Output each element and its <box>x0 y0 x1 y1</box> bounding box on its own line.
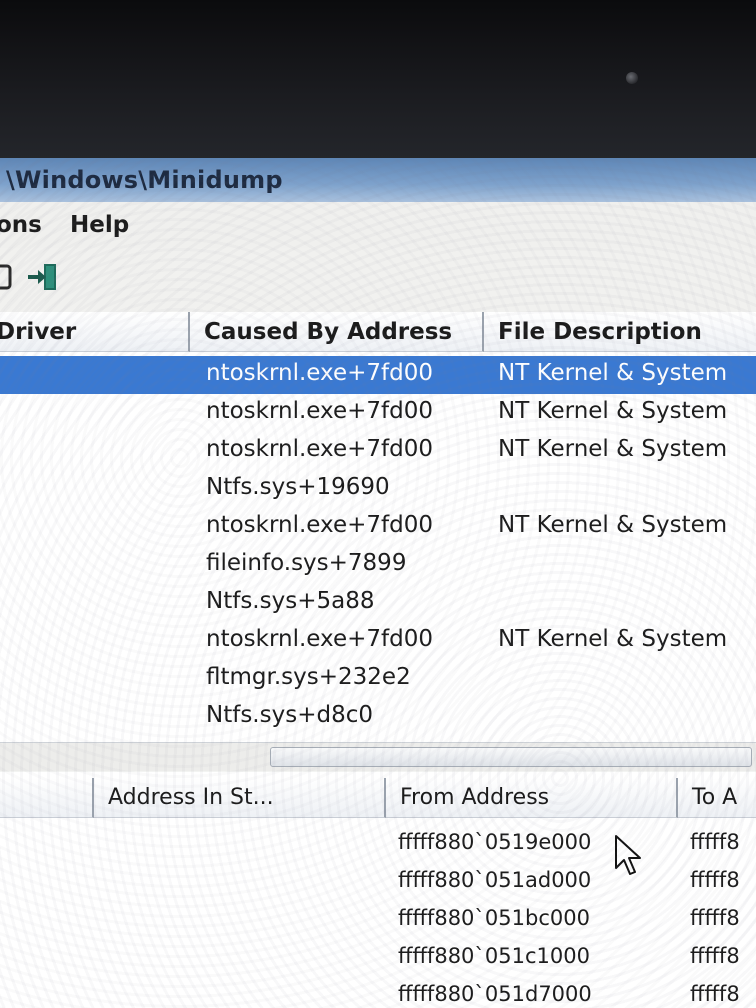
to-address: fffff8 <box>690 830 740 854</box>
menu-options[interactable]: ons <box>0 212 42 238</box>
column-driver[interactable]: Driver <box>0 312 190 352</box>
from-address: fffff880`051bc000 <box>398 906 590 930</box>
table-row[interactable]: ntoskrnl.exe+7fd00 NT Kernel & System <box>0 622 756 660</box>
caused-by-address: Ntfs.sys+d8c0 <box>206 702 373 728</box>
caused-by-address: fltmgr.sys+232e2 <box>206 664 411 690</box>
column-blank[interactable] <box>0 778 94 818</box>
table-row[interactable]: fffff880`051bc000 fffff8 <box>0 902 756 940</box>
column-address-in-stack[interactable]: Address In St... <box>94 778 386 818</box>
caused-by-address: ntoskrnl.exe+7fd00 <box>206 512 433 538</box>
caused-by-address: ntoskrnl.exe+7fd00 <box>206 626 433 652</box>
caused-by-address: Ntfs.sys+5a88 <box>206 588 375 614</box>
from-address: fffff880`0519e000 <box>398 830 592 854</box>
file-description: NT Kernel & System <box>498 626 728 652</box>
column-to-address[interactable]: To A <box>678 778 756 818</box>
module-list: Address In St... From Address To A fffff… <box>0 772 756 1008</box>
table-row[interactable]: Ntfs.sys+d8c0 <box>0 698 756 736</box>
exit-icon[interactable] <box>26 260 60 294</box>
table-row[interactable]: fileinfo.sys+7899 <box>0 546 756 584</box>
caused-by-address: fileinfo.sys+7899 <box>206 550 407 576</box>
table-row[interactable]: Ntfs.sys+19690 <box>0 470 756 508</box>
window-title: \Windows\Minidump <box>6 166 283 194</box>
to-address: fffff8 <box>690 944 740 968</box>
toolbar <box>0 248 756 312</box>
table-row[interactable]: fltmgr.sys+232e2 <box>0 660 756 698</box>
caused-by-address: ntoskrnl.exe+7fd00 <box>206 436 433 462</box>
file-description: NT Kernel & System <box>498 360 728 386</box>
app-window: \Windows\Minidump ons Help Driver Caused… <box>0 158 756 1008</box>
table-row[interactable]: Ntfs.sys+5a88 <box>0 584 756 622</box>
table-row[interactable]: ntoskrnl.exe+7fd00 NT Kernel & System <box>0 394 756 432</box>
partial-icon[interactable] <box>0 260 18 294</box>
scrollbar-thumb[interactable] <box>270 747 752 767</box>
menu-help[interactable]: Help <box>70 212 129 238</box>
table-row[interactable]: ntoskrnl.exe+7fd00 NT Kernel & System <box>0 508 756 546</box>
table-row[interactable]: ntoskrnl.exe+7fd00 NT Kernel & System <box>0 432 756 470</box>
table-row[interactable]: ntoskrnl.exe+7fd00 NT Kernel & System <box>0 356 756 394</box>
caused-by-address: ntoskrnl.exe+7fd00 <box>206 360 433 386</box>
to-address: fffff8 <box>690 868 740 892</box>
file-description: NT Kernel & System <box>498 436 728 462</box>
column-file-description[interactable]: File Description <box>484 312 756 352</box>
menu-bar: ons Help <box>0 202 756 249</box>
caused-by-address: Ntfs.sys+19690 <box>206 474 390 500</box>
file-description: NT Kernel & System <box>498 512 728 538</box>
to-address: fffff8 <box>690 982 740 1006</box>
monitor-bezel <box>0 0 756 160</box>
from-address: fffff880`051d7000 <box>398 982 592 1006</box>
crash-list: Driver Caused By Address File Descriptio… <box>0 312 756 762</box>
webcam-icon <box>626 72 638 84</box>
caused-by-address: ntoskrnl.exe+7fd00 <box>206 398 433 424</box>
file-description: NT Kernel & System <box>498 398 728 424</box>
column-from-address[interactable]: From Address <box>386 778 678 818</box>
mouse-cursor-icon <box>615 835 641 875</box>
from-address: fffff880`051c1000 <box>398 944 590 968</box>
horizontal-scrollbar[interactable] <box>0 742 756 771</box>
table-row[interactable]: fffff880`051d7000 fffff8 <box>0 978 756 1008</box>
column-caused-by-address[interactable]: Caused By Address <box>190 312 484 352</box>
title-bar: \Windows\Minidump <box>0 158 756 202</box>
table-row[interactable]: fffff880`051c1000 fffff8 <box>0 940 756 978</box>
to-address: fffff8 <box>690 906 740 930</box>
from-address: fffff880`051ad000 <box>398 868 592 892</box>
